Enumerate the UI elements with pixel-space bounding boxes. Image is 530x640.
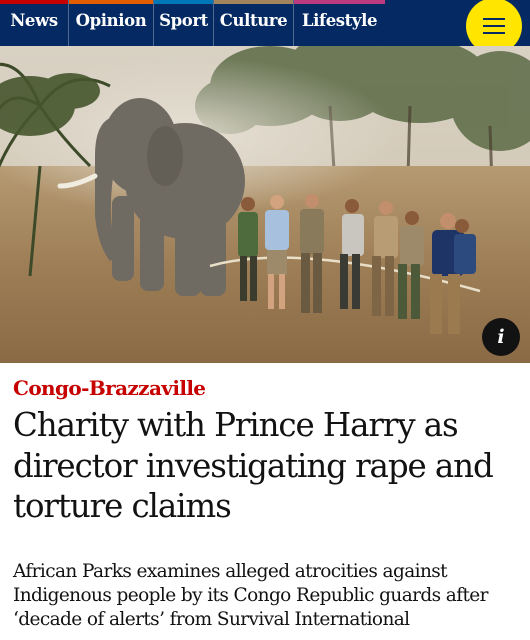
nav-accent-culture: [214, 0, 293, 4]
nav-accent-sport: [154, 0, 213, 4]
article-headline[interactable]: Charity with Prince Harry as director in…: [13, 405, 518, 527]
nav-accent-opinion: [69, 0, 153, 4]
article-standfirst: African Parks examines alleged atrocitie…: [13, 561, 489, 630]
nav-label-sport: Sport: [159, 11, 208, 30]
nav-item-news[interactable]: News: [0, 0, 69, 46]
nav-accent-lifestyle: [294, 0, 385, 4]
top-navigation: News Opinion Sport Culture Lifestyle: [0, 0, 530, 54]
nav-item-sport[interactable]: Sport: [154, 0, 214, 46]
hero-image[interactable]: [0, 46, 530, 363]
nav-label-opinion: Opinion: [75, 11, 147, 30]
nav-label-lifestyle: Lifestyle: [301, 11, 378, 30]
nav-label-news: News: [10, 11, 58, 30]
article-kicker[interactable]: Congo-Brazzaville: [13, 376, 206, 400]
nav-item-lifestyle[interactable]: Lifestyle: [294, 0, 385, 46]
nav-label-culture: Culture: [219, 11, 288, 30]
nav-item-culture[interactable]: Culture: [214, 0, 294, 46]
info-icon[interactable]: i: [482, 318, 520, 356]
nav-accent-news: [0, 0, 68, 4]
nav-item-opinion[interactable]: Opinion: [69, 0, 154, 46]
